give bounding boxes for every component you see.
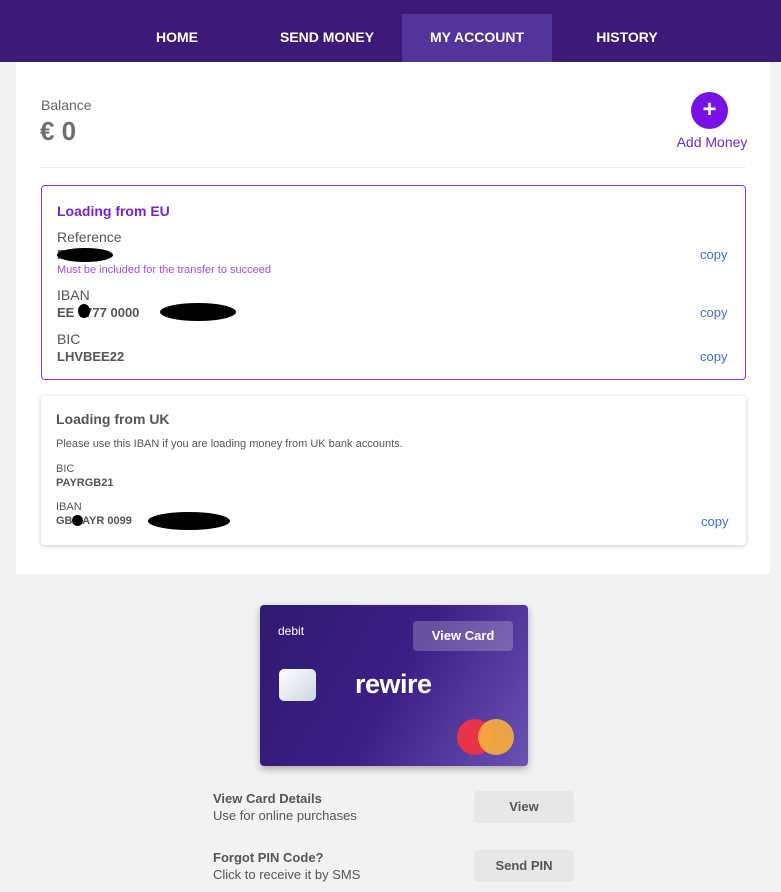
rewire-logo: rewire: [355, 669, 432, 699]
eu-card-title: Loading from EU: [57, 203, 170, 219]
uk-bic-label: BIC: [56, 463, 75, 475]
balance-divider: [40, 167, 746, 168]
balance-label: Balance: [41, 97, 92, 113]
chip-icon: [279, 669, 316, 701]
copy-uk-iban-link[interactable]: copy: [701, 514, 728, 529]
view-card-button[interactable]: View Card: [413, 621, 513, 651]
eu-reference-label: Reference: [57, 229, 122, 245]
iban-redaction-small: [78, 304, 90, 318]
uk-loading-card: Loading from UK Please use this IBAN if …: [41, 396, 746, 545]
account-panel: Balance € 0 + Add Money Loading from EU …: [16, 62, 770, 574]
forgot-pin-subtitle: Click to receive it by SMS: [213, 867, 361, 882]
copy-reference-link[interactable]: copy: [700, 247, 727, 262]
view-details-button[interactable]: View: [474, 791, 574, 823]
uk-description: Please use this IBAN if you are loading …: [56, 438, 403, 450]
uk-iban-value: GB PAYR 0099: [56, 515, 132, 527]
view-card-details-title: View Card Details: [213, 791, 322, 806]
eu-iban-value: EE 7777 0000: [57, 305, 140, 320]
debit-label: debit: [278, 624, 305, 638]
copy-bic-link[interactable]: copy: [700, 349, 727, 364]
uk-iban-label: IBAN: [56, 501, 82, 513]
eu-bic-label: BIC: [57, 331, 81, 347]
eu-bic-value: LHVBEE22: [57, 349, 125, 364]
uk-bic-value: PAYRGB21: [56, 477, 114, 489]
uk-iban-redaction-small: [72, 515, 83, 526]
nav-home[interactable]: HOME: [127, 14, 227, 62]
reference-redaction: [57, 248, 113, 262]
nav-history[interactable]: HISTORY: [577, 14, 677, 62]
copy-iban-link[interactable]: copy: [700, 305, 727, 320]
nav-send-money[interactable]: SEND MONEY: [262, 14, 392, 62]
add-money-link[interactable]: Add Money: [672, 134, 752, 150]
mastercard-icon-overlap: [478, 719, 514, 755]
uk-card-title: Loading from UK: [56, 411, 170, 427]
nav-my-account[interactable]: MY ACCOUNT: [402, 14, 552, 62]
eu-iban-label: IBAN: [57, 287, 90, 303]
view-card-details-subtitle: Use for online purchases: [213, 808, 357, 823]
eu-loading-card: Loading from EU Reference R VBQ Must be …: [41, 185, 746, 380]
debit-card-image: debit View Card rewire: [260, 605, 528, 766]
forgot-pin-title: Forgot PIN Code?: [213, 850, 324, 865]
balance-value: € 0: [40, 116, 77, 146]
eu-reference-note: Must be included for the transfer to suc…: [57, 264, 272, 276]
send-pin-button[interactable]: Send PIN: [474, 850, 574, 882]
top-navbar: HOME SEND MONEY MY ACCOUNT HISTORY: [0, 0, 781, 62]
iban-redaction: [160, 303, 236, 321]
add-money-plus-icon[interactable]: +: [691, 92, 728, 129]
uk-iban-redaction: [148, 512, 230, 530]
